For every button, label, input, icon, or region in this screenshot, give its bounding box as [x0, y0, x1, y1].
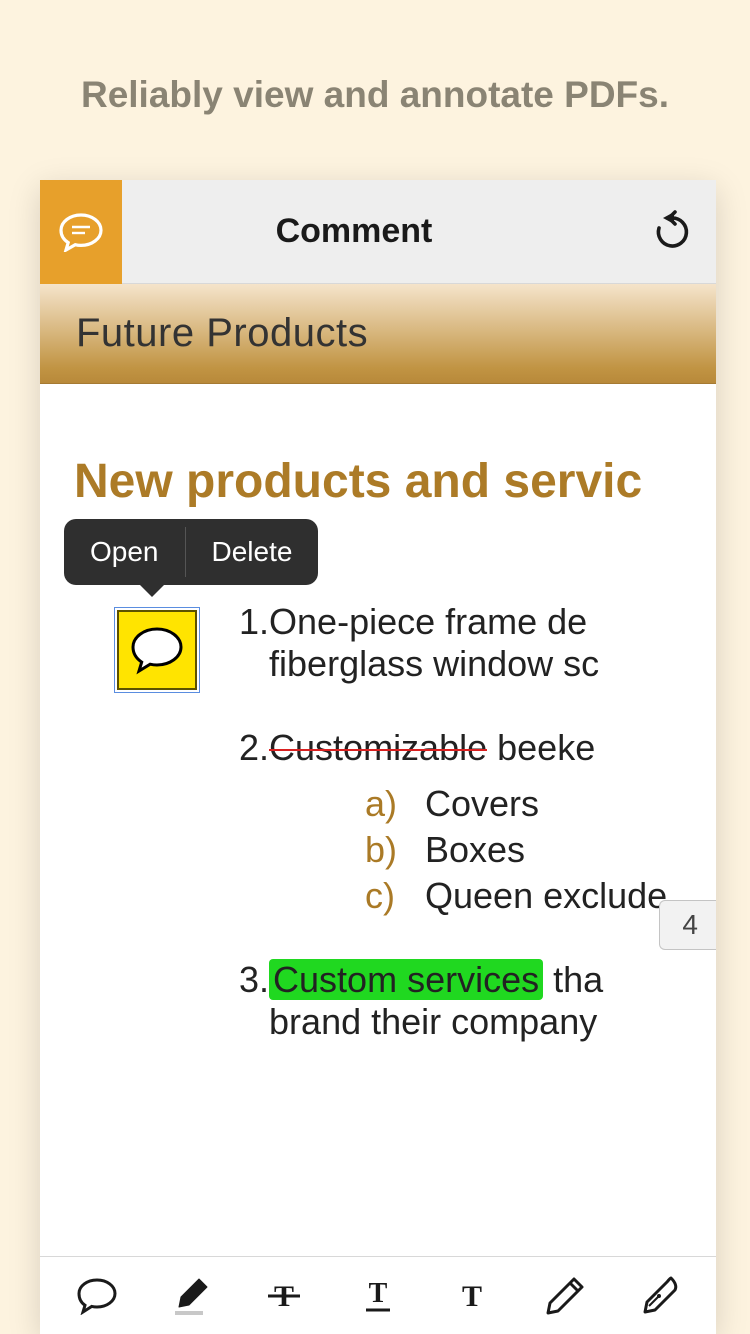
document-banner: Future Products	[40, 284, 716, 384]
text-icon: T	[454, 1278, 490, 1314]
undo-icon	[651, 210, 691, 254]
toolbar-title: Comment	[82, 212, 626, 251]
highlight-annotation[interactable]: Custom services	[269, 959, 543, 1000]
tool-underline-button[interactable]: T	[344, 1268, 412, 1324]
menu-delete[interactable]: Delete	[186, 519, 319, 585]
list-marker: 1.	[239, 601, 269, 685]
promo-headline: Reliably view and annotate PDFs.	[0, 0, 750, 116]
menu-open[interactable]: Open	[64, 519, 185, 585]
document-body[interactable]: New products and servic Open Delete 1. O…	[40, 384, 716, 1332]
svg-text:T: T	[462, 1280, 482, 1313]
underline-icon: T	[358, 1276, 398, 1316]
strikethrough-annotation[interactable]: Customizable	[269, 727, 487, 768]
fountain-pen-icon	[637, 1274, 681, 1318]
annotation-toolbar: T T T	[40, 1256, 716, 1334]
tool-strikethrough-button[interactable]: T	[250, 1268, 318, 1324]
strikethrough-icon: T	[264, 1278, 304, 1314]
sticky-note-annotation[interactable]	[117, 610, 197, 690]
undo-button[interactable]	[626, 210, 716, 254]
list-marker: 3.	[239, 959, 269, 1043]
document-banner-title: Future Products	[76, 311, 368, 356]
toolbar-top: Comment	[40, 180, 716, 284]
tool-pen-button[interactable]	[625, 1268, 693, 1324]
pencil-icon	[544, 1275, 586, 1317]
app-window: Comment Future Products New products and…	[40, 180, 716, 1334]
tool-pencil-button[interactable]	[531, 1268, 599, 1324]
svg-text:T: T	[369, 1278, 388, 1309]
sub-item: a) Covers	[365, 783, 716, 825]
page-indicator[interactable]: 4	[659, 900, 716, 950]
list-text: Customizable beeke	[269, 727, 595, 769]
tool-comment-button[interactable]	[63, 1268, 131, 1324]
tool-highlight-button[interactable]	[157, 1268, 225, 1324]
list-text: One-piece frame de fiberglass window sc	[269, 601, 599, 685]
document-heading: New products and servic	[74, 454, 716, 509]
speech-bubble-icon	[129, 625, 185, 675]
speech-bubble-icon	[75, 1277, 119, 1315]
list-text: Custom services tha brand their company	[269, 959, 603, 1043]
list-marker: 2.	[239, 727, 269, 769]
highlighter-icon	[169, 1275, 213, 1317]
annotation-context-menu: Open Delete	[64, 519, 318, 585]
sub-item: b) Boxes	[365, 829, 716, 871]
tool-text-button[interactable]: T	[438, 1268, 506, 1324]
